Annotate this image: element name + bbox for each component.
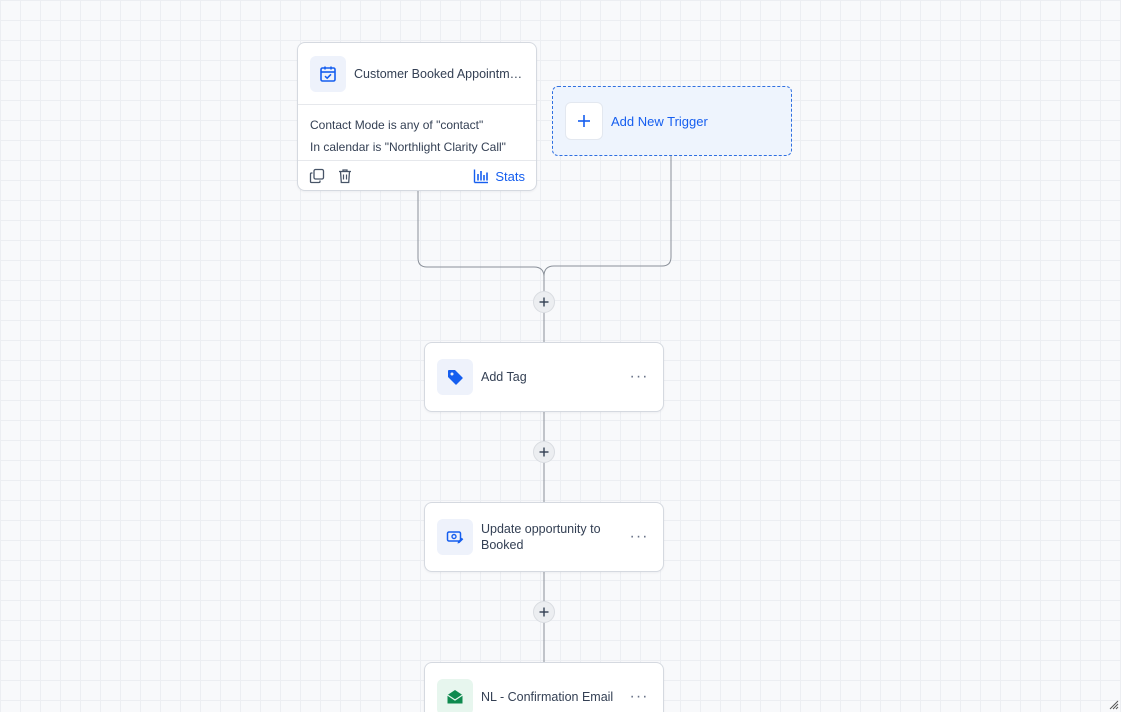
action-card-confirmation-email[interactable]: NL - Confirmation Email ··· (424, 662, 664, 712)
more-options-icon[interactable]: ··· (627, 367, 651, 387)
resize-handle-icon[interactable] (1109, 700, 1119, 710)
bar-chart-icon (474, 169, 489, 184)
stats-button[interactable]: Stats (473, 168, 525, 184)
plus-icon (539, 607, 549, 617)
action-label: Update opportunity to Booked (481, 522, 601, 552)
plus-icon (539, 297, 549, 307)
action-label: NL - Confirmation Email (481, 690, 614, 704)
add-new-trigger-button[interactable]: Add New Trigger (552, 86, 792, 156)
trigger-footer: Stats (298, 161, 536, 191)
trigger-condition: In calendar is "Northlight Clarity Call" (310, 140, 506, 154)
add-step-button[interactable] (533, 441, 555, 463)
more-options-icon[interactable]: ··· (627, 687, 651, 707)
more-options-icon[interactable]: ··· (627, 527, 651, 547)
add-step-button[interactable] (533, 601, 555, 623)
action-label: Add Tag (481, 370, 527, 384)
add-step-button[interactable] (533, 291, 555, 313)
workflow-canvas[interactable]: Customer Booked Appointment Contact Mode… (0, 0, 1121, 712)
stats-label: Stats (495, 168, 525, 184)
trigger-conditions: Contact Mode is any of "contact" In cale… (298, 105, 536, 161)
email-icon (437, 679, 473, 712)
trigger-header: Customer Booked Appointment (298, 43, 536, 105)
tag-icon (437, 359, 473, 395)
duplicate-icon[interactable] (309, 168, 325, 184)
trash-icon[interactable] (337, 168, 353, 184)
trigger-title: Customer Booked Appointment (354, 66, 524, 81)
plus-icon (565, 102, 603, 140)
action-card-update-opportunity[interactable]: Update opportunity to Booked ··· (424, 502, 664, 572)
plus-icon (539, 447, 549, 457)
action-card-add-tag[interactable]: Add Tag ··· (424, 342, 664, 412)
add-new-trigger-label: Add New Trigger (611, 113, 708, 129)
calendar-check-icon (310, 55, 346, 92)
trigger-card[interactable]: Customer Booked Appointment Contact Mode… (297, 42, 537, 191)
opportunity-icon (437, 519, 473, 555)
trigger-condition: Contact Mode is any of "contact" (310, 118, 484, 132)
